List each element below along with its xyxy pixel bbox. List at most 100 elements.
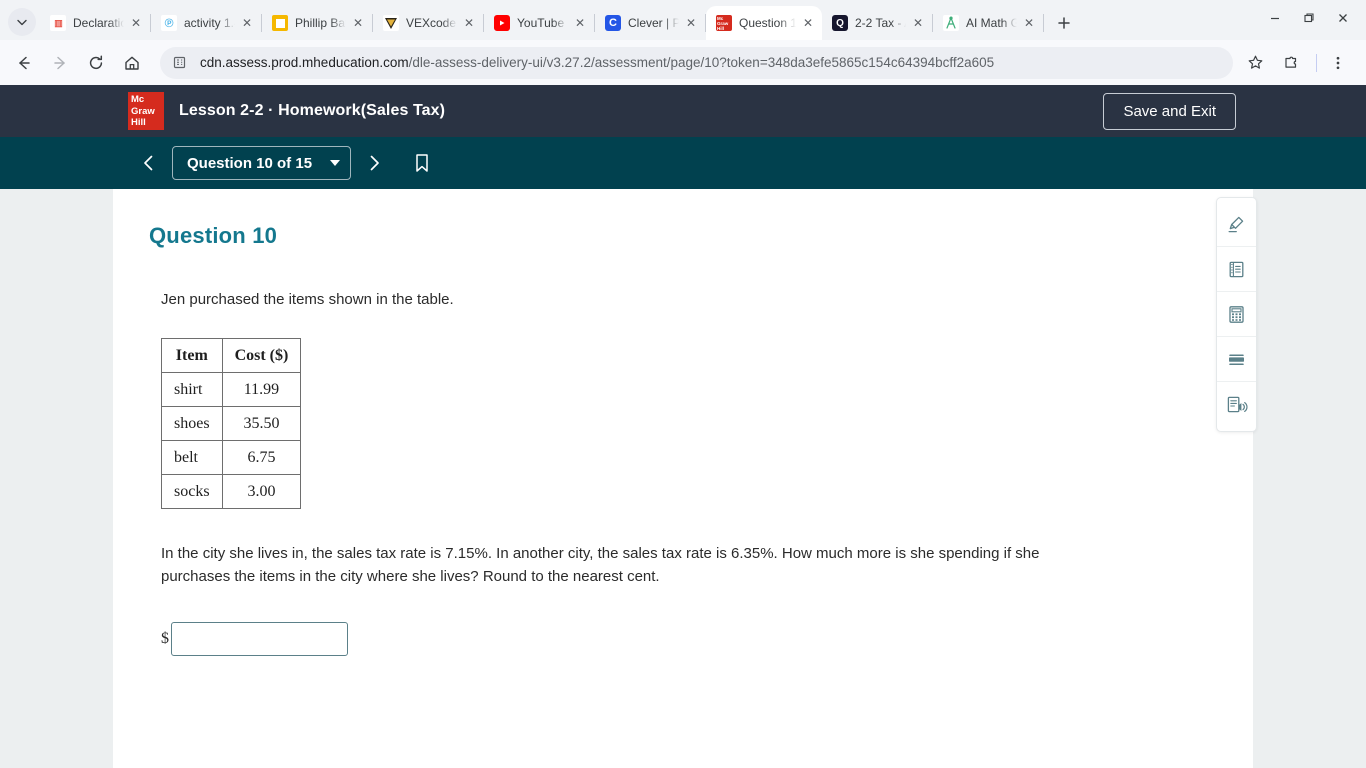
tab-close-icon[interactable]: ✕ <box>572 15 588 31</box>
table-header-row: Item Cost ($) <box>161 338 302 373</box>
tab-title: Clever | Po <box>628 16 679 30</box>
extensions-button[interactable] <box>1275 47 1307 79</box>
page-title: Lesson 2-2 · Homework(Sales Tax) <box>179 102 446 119</box>
youtube-icon <box>494 15 510 31</box>
forward-button[interactable] <box>44 47 76 79</box>
cell-item-cost: 6.75 <box>221 440 302 475</box>
browser-tab-active[interactable]: Mc Graw Hill Question 1 ✕ <box>706 6 822 40</box>
chevron-right-icon <box>370 155 379 171</box>
window-controls <box>1258 0 1360 40</box>
cell-item-cost: 35.50 <box>221 406 302 441</box>
site-info-icon[interactable] <box>172 55 190 70</box>
tab-title: Question 1 <box>739 16 796 30</box>
mcgrawhill-logo-icon: Mc Graw Hill <box>128 92 164 130</box>
tab-close-icon[interactable]: ✕ <box>128 15 144 31</box>
highlighter-tool-button[interactable] <box>1217 202 1256 247</box>
table-row: belt 6.75 <box>161 440 302 475</box>
logo-line-1: Mc <box>131 94 145 105</box>
browser-tab[interactable]: ▥ Declaration ✕ <box>40 6 150 40</box>
table-header-item: Item <box>161 338 223 373</box>
table-row: socks 3.00 <box>161 474 302 509</box>
tab-search-button[interactable] <box>8 8 36 36</box>
tab-close-icon[interactable]: ✕ <box>461 15 477 31</box>
square-yellow-icon <box>272 15 288 31</box>
next-question-button[interactable] <box>355 144 393 182</box>
question-content-panel: Question 10 Jen purchased the items show… <box>113 189 1253 768</box>
toolbar-divider <box>1316 53 1317 72</box>
line-reader-tool-button[interactable] <box>1217 337 1256 382</box>
answer-row: $ <box>161 621 1253 656</box>
doc-red-icon: ▥ <box>50 15 66 31</box>
tab-title: YouTube <box>517 16 565 30</box>
question-selector-dropdown[interactable]: Question 10 of 15 <box>172 146 352 180</box>
minimize-button[interactable] <box>1258 4 1292 32</box>
tools-rail <box>1216 197 1257 432</box>
browser-tab[interactable]: C Clever | Po ✕ <box>595 6 705 40</box>
notebook-icon <box>1229 261 1244 277</box>
close-button[interactable] <box>1326 4 1360 32</box>
cell-item-name: socks <box>161 474 223 509</box>
close-icon <box>1339 14 1347 22</box>
previous-question-button[interactable] <box>130 144 168 182</box>
plus-icon <box>1058 17 1070 29</box>
home-button[interactable] <box>116 47 148 79</box>
tab-close-icon[interactable]: ✕ <box>910 15 926 31</box>
url-host: cdn.assess.prod.mheducation.com <box>200 55 409 70</box>
chevron-down-icon <box>17 19 27 26</box>
tab-title: Phillip Batt <box>295 16 346 30</box>
browser-menu-button[interactable] <box>1322 47 1354 79</box>
vex-check-icon <box>383 15 399 31</box>
cell-item-cost: 11.99 <box>221 372 302 407</box>
question-heading: Question 10 <box>149 223 278 248</box>
clever-icon: C <box>605 15 621 31</box>
read-aloud-tool-button[interactable] <box>1217 382 1256 427</box>
restore-button[interactable] <box>1292 4 1326 32</box>
tab-title: AI Math GP <box>966 16 1017 30</box>
dollar-prefix-label: $ <box>161 629 169 647</box>
back-button[interactable] <box>8 47 40 79</box>
cell-item-name: shoes <box>161 406 223 441</box>
browser-tab[interactable]: VEXcode V ✕ <box>373 6 483 40</box>
calculator-tool-button[interactable] <box>1217 292 1256 337</box>
cell-item-cost: 3.00 <box>221 474 302 509</box>
notebook-tool-button[interactable] <box>1217 247 1256 292</box>
tab-title: activity 1.4 <box>184 16 235 30</box>
save-and-exit-button[interactable]: Save and Exit <box>1103 92 1236 130</box>
answer-input[interactable] <box>171 621 348 656</box>
browser-tab[interactable]: Q 2-2 Tax - A ✕ <box>822 6 932 40</box>
tab-close-icon[interactable]: ✕ <box>800 15 816 31</box>
browser-tab[interactable]: Phillip Batt ✕ <box>262 6 372 40</box>
bookmark-star-button[interactable] <box>1239 47 1271 79</box>
assessment-page-area: Question 10 Jen purchased the items show… <box>0 189 1366 768</box>
star-icon <box>1248 55 1262 69</box>
reload-button[interactable] <box>80 47 112 79</box>
tab-close-icon[interactable]: ✕ <box>683 15 699 31</box>
browser-tab-strip: ▥ Declaration ✕ ℗ activity 1.4 ✕ Phillip… <box>0 0 1366 40</box>
highlighter-icon <box>1228 216 1244 232</box>
tab-close-icon[interactable]: ✕ <box>239 15 255 31</box>
assessment-navbar: Question 10 of 15 <box>0 137 1366 189</box>
paper-blue-icon: ℗ <box>161 15 177 31</box>
logo-line-2: Graw <box>131 105 155 117</box>
new-tab-button[interactable] <box>1050 9 1078 37</box>
forward-arrow-icon <box>54 56 65 69</box>
line-reader-icon <box>1229 353 1244 365</box>
restore-icon <box>1304 13 1314 23</box>
app-header: Mc Graw Hill Lesson 2-2 · Homework(Sales… <box>0 85 1366 137</box>
minimize-icon <box>1271 17 1279 20</box>
tab-close-icon[interactable]: ✕ <box>350 15 366 31</box>
read-aloud-icon <box>1227 396 1248 413</box>
logo-line-3: Hill <box>131 117 146 128</box>
browser-tab[interactable]: ℗ activity 1.4 ✕ <box>151 6 261 40</box>
tab-close-icon[interactable]: ✕ <box>1021 15 1037 31</box>
browser-tab[interactable]: YouTube ✕ <box>484 6 594 40</box>
bookmark-flag-icon <box>416 154 428 172</box>
back-arrow-icon <box>19 56 30 69</box>
browser-tab[interactable]: AI Math GP ✕ <box>933 6 1043 40</box>
address-bar[interactable]: cdn.assess.prod.mheducation.com/dle-asse… <box>160 46 1233 79</box>
tab-list: ▥ Declaration ✕ ℗ activity 1.4 ✕ Phillip… <box>40 0 1258 40</box>
bookmark-question-button[interactable] <box>403 144 441 182</box>
puzzle-icon <box>1284 56 1296 68</box>
question-body-text: In the city she lives in, the sales tax … <box>161 545 1040 585</box>
cell-item-name: belt <box>161 440 223 475</box>
